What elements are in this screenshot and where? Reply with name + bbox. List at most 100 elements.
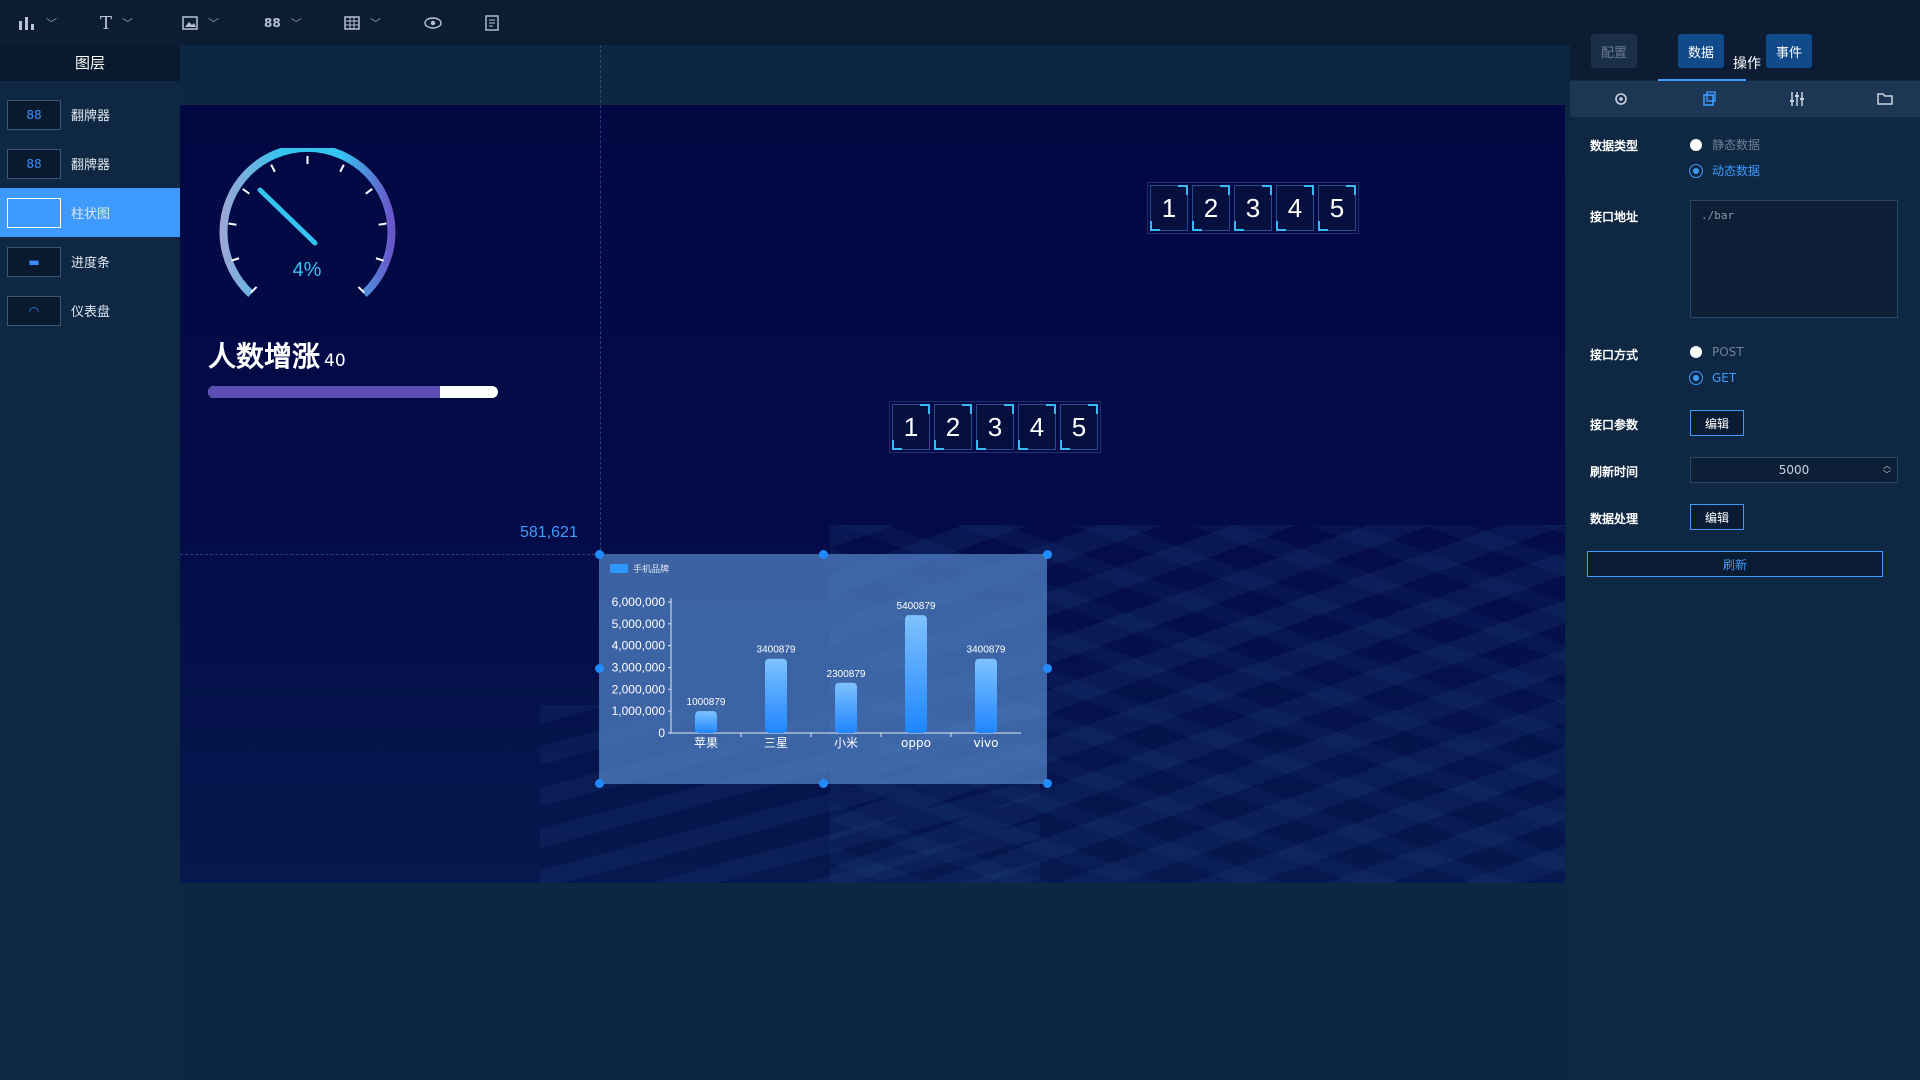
radio-get[interactable]: GET (1690, 371, 1736, 385)
y-tick-label: 2,000,000 (612, 682, 666, 696)
y-tick-label: 3,000,000 (612, 661, 666, 675)
resize-handle-top[interactable] (819, 550, 828, 559)
image-icon (182, 16, 198, 30)
folder-icon[interactable] (1875, 89, 1895, 109)
layer-thumbnail: ▬ (7, 246, 61, 277)
gauge-needle (257, 187, 318, 246)
resize-handle-top-left[interactable] (595, 550, 604, 559)
data-type-label: 数据类型 (1590, 139, 1639, 153)
gauge-tick (231, 257, 240, 262)
table-icon (344, 16, 360, 30)
bar-chart: 手机品牌 0 1,000,000 2,000,000 3,000,000 4,000,0… (610, 563, 1021, 750)
layer-label: 仪表盘 (71, 305, 111, 320)
x-tick-label: oppo (901, 736, 931, 750)
bar (765, 658, 787, 733)
layer-label: 翻牌器 (71, 158, 111, 173)
edit-data-process-button[interactable]: 编辑 (1690, 504, 1744, 530)
radio-label: GET (1712, 371, 1737, 385)
api-url-input[interactable]: ./bar (1690, 200, 1898, 318)
resize-handle-bottom-left[interactable] (595, 779, 604, 788)
radio-dot (1690, 372, 1702, 384)
table-tool[interactable]: ﹀ (344, 10, 381, 36)
x-tick-label: 小米 (834, 736, 858, 750)
resize-handle-top-right[interactable] (1043, 550, 1052, 559)
api-method-label: 接口方式 (1590, 348, 1639, 362)
radio-dot (1690, 164, 1702, 177)
layer-label: 柱状图 (71, 207, 111, 222)
bar (975, 658, 997, 733)
layer-thumbnail: ◠ (7, 295, 61, 326)
stepper-arrows-icon[interactable]: ︿ ﹀ (1883, 461, 1891, 479)
flipper-icon: 88 (264, 16, 281, 30)
layer-thumbnail (7, 197, 61, 228)
layer-item-gauge[interactable]: ◠ 仪表盘 (0, 286, 180, 335)
flipper-digit: 4 (1276, 185, 1314, 231)
image-tool[interactable]: ﹀ (182, 10, 219, 36)
bar-chart-widget[interactable]: 手机品牌 0 1,000,000 2,000,000 3,000,000 4,000,0… (599, 554, 1047, 784)
guide-line-horizontal (180, 554, 600, 556)
layer-item-bar-chart[interactable]: 柱状图 (0, 188, 180, 237)
flipper-digit: 3 (1234, 185, 1272, 231)
bar-value-label: 1000879 (687, 697, 726, 708)
gauge-tick (365, 188, 373, 195)
layer-label: 翻牌器 (71, 109, 111, 124)
document-button[interactable] (485, 10, 499, 36)
tab-data[interactable]: 数据 (1678, 34, 1725, 68)
refresh-button[interactable]: 刷新 (1587, 551, 1883, 577)
tab-config[interactable]: 配置 (1591, 34, 1638, 68)
radio-post[interactable]: POST (1690, 345, 1744, 359)
gauge-tick (378, 222, 387, 226)
api-params-label: 接口参数 (1590, 418, 1639, 432)
resize-handle-right[interactable] (1043, 664, 1052, 673)
eye-icon (424, 17, 442, 29)
layers-title: 图层 (0, 45, 180, 81)
layer-item-flipper-2[interactable]: 88 翻牌器 (0, 139, 180, 188)
refresh-time-input[interactable]: 5000 ︿ ﹀ (1690, 457, 1898, 483)
growth-title-text: 人数增涨 (208, 340, 321, 373)
progress-bar[interactable] (208, 386, 498, 398)
y-tick-label: 5,000,000 (612, 617, 666, 631)
radio-label: 动态数据 (1712, 164, 1761, 178)
properties-icon-bar (1570, 81, 1920, 117)
progress-fill (208, 386, 440, 398)
copy-icon[interactable] (1699, 89, 1719, 109)
gauge-tick (242, 188, 250, 195)
gauge-tick (375, 257, 384, 262)
flipper-digit: 3 (976, 404, 1014, 450)
resize-handle-bottom-right[interactable] (1043, 779, 1052, 788)
resize-handle-left[interactable] (595, 664, 604, 673)
bar-value-label: 2300879 (827, 669, 866, 680)
gauge-value: 4% (293, 259, 322, 281)
radio-static-data[interactable]: 静态数据 (1690, 136, 1760, 153)
flipper-counter-middle[interactable]: 12345 (889, 401, 1101, 453)
flipper-tool[interactable]: 88 ﹀ (264, 10, 302, 36)
flipper-digit: 5 (1318, 185, 1356, 231)
x-tick-label: 三星 (764, 736, 788, 750)
gauge-tick (339, 164, 345, 173)
resize-handle-bottom[interactable] (819, 779, 828, 788)
tab-event[interactable]: 事件 (1766, 34, 1813, 68)
bar-chart-tool[interactable]: ﹀ (18, 10, 57, 36)
y-tick-label: 0 (658, 726, 665, 740)
chevron-down-icon: ﹀ (370, 17, 381, 30)
refresh-time-value: 5000 (1778, 463, 1810, 477)
gear-icon[interactable] (1611, 89, 1631, 109)
growth-title: 人数增涨 40 (208, 335, 346, 375)
gauge-widget[interactable]: 4% (215, 143, 400, 308)
document-icon (485, 15, 499, 31)
sliders-icon[interactable] (1787, 89, 1807, 109)
x-tick-label: vivo (974, 736, 999, 750)
bar-value-label: 5400879 (897, 601, 936, 612)
bar-chart-icon (19, 17, 34, 30)
radio-dot (1690, 138, 1702, 151)
radio-dynamic-data[interactable]: 动态数据 (1690, 162, 1760, 179)
layer-item-flipper-1[interactable]: 88 翻牌器 (0, 90, 180, 139)
bar-value-label: 3400879 (757, 645, 796, 656)
layer-item-progress[interactable]: ▬ 进度条 (0, 237, 180, 286)
flipper-digit: 1 (1150, 185, 1188, 231)
flipper-counter-top[interactable]: 12345 (1147, 182, 1359, 234)
edit-params-button[interactable]: 编辑 (1690, 410, 1744, 436)
preview-button[interactable] (424, 10, 442, 36)
text-tool[interactable]: T ﹀ (100, 10, 133, 36)
coordinate-readout: 581,621 (520, 524, 578, 541)
